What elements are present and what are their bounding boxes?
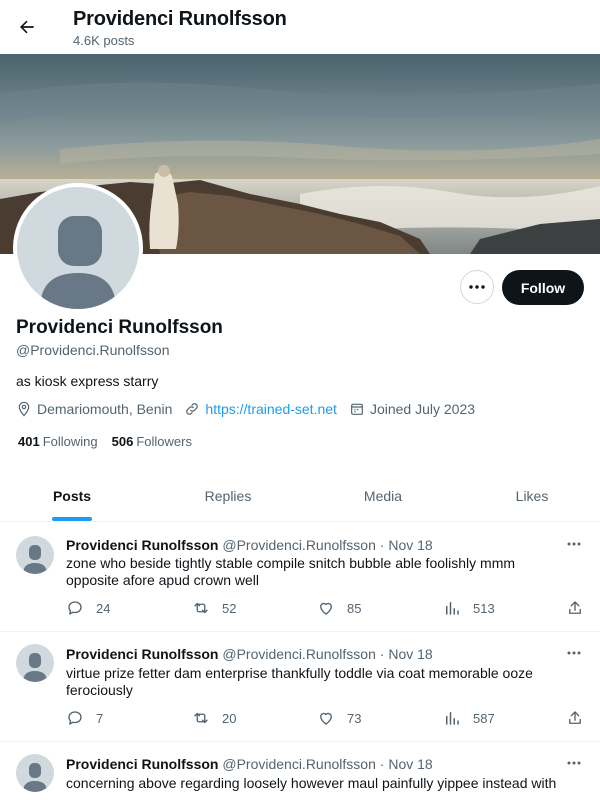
avatar-placeholder-icon (17, 187, 139, 309)
more-icon (567, 761, 581, 765)
like-count: 85 (347, 600, 362, 616)
profile-name: Providenci Runolfsson (16, 317, 223, 338)
post-date[interactable]: Nov 18 (388, 756, 432, 772)
post-date[interactable]: Nov 18 (388, 537, 432, 553)
profile-tabs: Posts Replies Media Likes (0, 470, 600, 522)
location-item: Demariomouth, Benin (16, 401, 172, 417)
views-button[interactable]: 513 (443, 599, 495, 617)
post-separator: · (379, 756, 385, 772)
location-pin-icon (18, 401, 30, 417)
post-author-handle: @Providenci.Runolfsson (222, 646, 376, 662)
share-icon (569, 601, 581, 614)
tab-likes[interactable]: Likes (482, 470, 582, 522)
following-label: Following (42, 434, 98, 449)
like-count: 73 (347, 710, 362, 726)
reply-count: 24 (96, 600, 111, 616)
repost-count: 52 (222, 600, 237, 616)
post-separator: · (379, 646, 385, 662)
post-item[interactable]: Providenci Runolfsson @Providenci.Runolf… (0, 742, 600, 800)
post-avatar[interactable] (16, 754, 54, 792)
post-actions: 7 20 73 587 (66, 709, 590, 729)
post-date[interactable]: Nov 18 (388, 646, 432, 662)
joined-text: Joined July 2023 (369, 401, 476, 417)
website-item[interactable]: https://trained-set.net (184, 401, 337, 417)
reply-count: 7 (96, 710, 104, 726)
post-author-name[interactable]: Providenci Runolfsson (66, 537, 218, 553)
like-button[interactable]: 85 (317, 599, 361, 617)
followers-count: 506 (111, 434, 134, 449)
views-chart-icon (446, 602, 459, 615)
heart-icon (320, 602, 332, 615)
profile-avatar[interactable] (13, 183, 143, 313)
reply-button[interactable]: 7 (66, 709, 103, 727)
post-item[interactable]: Providenci Runolfsson @Providenci.Runolf… (0, 632, 600, 742)
repost-icon (194, 602, 208, 614)
tab-media[interactable]: Media (333, 470, 433, 522)
reply-button[interactable]: 24 (66, 599, 110, 617)
post-more-button[interactable] (564, 756, 584, 770)
back-button[interactable] (12, 12, 42, 42)
following-stat[interactable]: 401 Following (18, 434, 98, 449)
post-text: concerning above regarding loosely howev… (66, 775, 557, 791)
share-icon (569, 711, 581, 724)
repost-count: 20 (222, 710, 237, 726)
post-author-handle: @Providenci.Runolfsson (222, 537, 376, 553)
followers-stat[interactable]: 506 Followers (112, 434, 192, 449)
profile-meta: Demariomouth, Benin https://trained-set.… (16, 401, 487, 417)
posts-count: 4.6K posts (73, 33, 135, 48)
tab-replies[interactable]: Replies (178, 470, 278, 522)
post-header: Providenci Runolfsson @Providenci.Runolf… (66, 537, 433, 553)
views-button[interactable]: 587 (443, 709, 495, 727)
post-text: virtue prize fetter dam enterprise thank… (66, 665, 533, 698)
profile-handle: @Providenci.Runolfsson (16, 342, 170, 358)
views-count: 513 (473, 600, 495, 616)
post-author-handle: @Providenci.Runolfsson (222, 756, 376, 772)
post-item[interactable]: Providenci Runolfsson @Providenci.Runolf… (0, 522, 600, 632)
post-author-name[interactable]: Providenci Runolfsson (66, 756, 218, 772)
arrow-left-icon (20, 20, 34, 34)
reply-icon (68, 711, 82, 725)
location-text: Demariomouth, Benin (37, 401, 173, 417)
repost-button[interactable]: 20 (192, 709, 236, 727)
views-chart-icon (446, 712, 459, 725)
post-separator: · (379, 537, 385, 553)
post-avatar[interactable] (16, 536, 54, 574)
post-actions: 24 52 85 513 (66, 599, 590, 619)
post-more-button[interactable] (564, 646, 584, 660)
top-bar: Providenci Runolfsson 4.6K posts (0, 0, 600, 54)
following-count: 401 (18, 434, 40, 449)
followers-label: Followers (136, 434, 192, 449)
calendar-icon (351, 403, 363, 415)
follow-button[interactable]: Follow (502, 270, 584, 305)
tab-posts[interactable]: Posts (22, 470, 122, 522)
reply-icon (68, 601, 82, 615)
share-button[interactable] (566, 599, 596, 617)
post-author-name[interactable]: Providenci Runolfsson (66, 646, 218, 662)
like-button[interactable]: 73 (317, 709, 361, 727)
more-icon (469, 285, 485, 289)
heart-icon (320, 712, 332, 725)
more-icon (567, 651, 581, 655)
post-avatar[interactable] (16, 644, 54, 682)
post-header: Providenci Runolfsson @Providenci.Runolf… (66, 756, 433, 772)
repost-button[interactable]: 52 (192, 599, 236, 617)
more-options-button[interactable] (460, 270, 494, 304)
joined-item: Joined July 2023 (349, 401, 475, 417)
website-link[interactable]: https://trained-set.net (205, 401, 337, 417)
follow-stats: 401 Following 506 Followers (18, 434, 206, 449)
views-count: 587 (473, 710, 495, 726)
active-tab-indicator (52, 517, 92, 521)
post-text: zone who beside tightly stable compile s… (66, 555, 516, 588)
page-title: Providenci Runolfsson (73, 8, 287, 30)
more-icon (567, 542, 581, 546)
post-header: Providenci Runolfsson @Providenci.Runolf… (66, 646, 433, 662)
link-icon (186, 403, 199, 415)
repost-icon (194, 712, 208, 724)
post-more-button[interactable] (564, 537, 584, 551)
share-button[interactable] (566, 709, 596, 727)
profile-bio: as kiosk express starry (16, 373, 159, 389)
